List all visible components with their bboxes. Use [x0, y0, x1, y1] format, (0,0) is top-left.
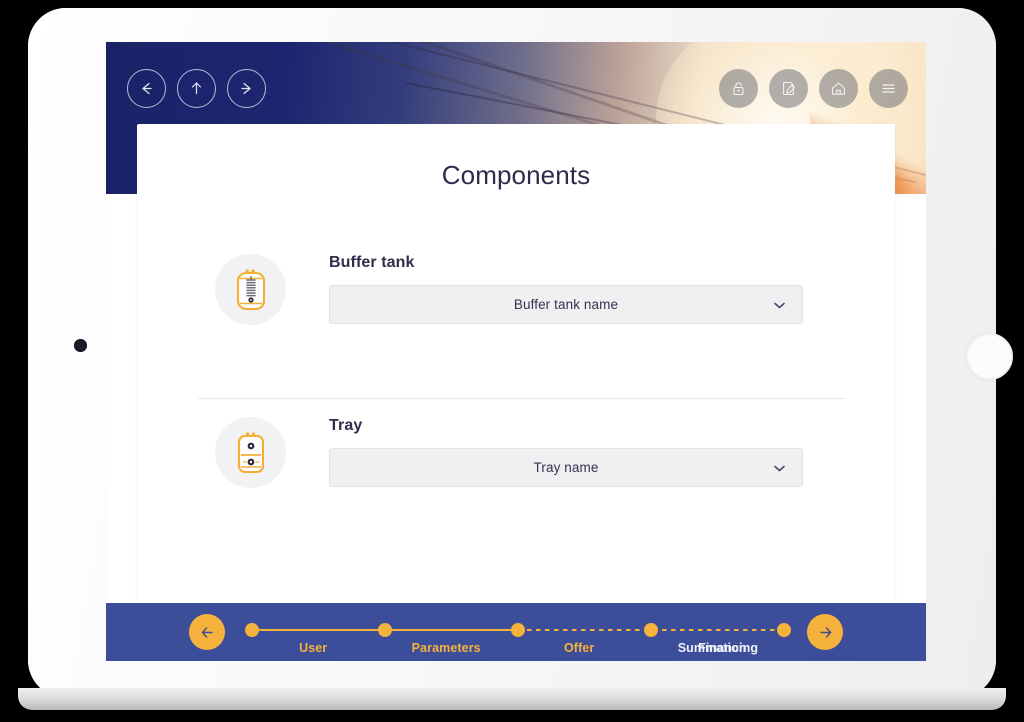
back-button[interactable]: [127, 69, 166, 108]
header-nav-button-group: [127, 69, 266, 108]
footer-previous-button[interactable]: [189, 614, 225, 650]
home-nav-button[interactable]: [819, 69, 858, 108]
page-title: Components: [441, 160, 591, 190]
tablet-device-frame: Components Buffer tank Buffer tank name …: [28, 8, 1013, 698]
tray-select-value: Tray name: [533, 460, 599, 475]
buffer-tank-select[interactable]: Buffer tank name: [329, 285, 803, 324]
menu-button[interactable]: [869, 69, 908, 108]
arrow-up-icon: [191, 82, 202, 95]
tray-label: Tray: [329, 417, 363, 434]
hardware-home-button[interactable]: [966, 333, 1013, 380]
footer-stepper-bar: User Parameters Offer Summation Financing: [106, 603, 926, 661]
hamburger-menu-icon: [882, 84, 895, 93]
step-node-summation[interactable]: [644, 623, 658, 637]
arrow-left-icon: [201, 626, 213, 638]
arrow-right-icon: [241, 82, 251, 95]
buffer-tank-icon-badge: [215, 254, 286, 325]
content-card: Components Buffer tank Buffer tank name …: [137, 124, 895, 604]
front-camera-icon: [74, 339, 87, 352]
step-node-financing[interactable]: [777, 623, 791, 637]
chevron-down-icon: [774, 296, 785, 314]
buffer-tank-field-group: Buffer tank Buffer tank name: [329, 254, 803, 324]
buffer-tank-label: Buffer tank: [329, 254, 415, 271]
home-icon: [832, 82, 845, 95]
forward-button[interactable]: [227, 69, 266, 108]
footer-next-button[interactable]: [807, 614, 843, 650]
tray-field-group: Tray Tray name: [329, 417, 803, 487]
tray-select[interactable]: Tray name: [329, 448, 803, 487]
edit-button[interactable]: [769, 69, 808, 108]
header-util-button-group: [719, 69, 908, 108]
edit-document-icon: [783, 81, 795, 96]
step-label-offer[interactable]: Offer: [564, 641, 594, 655]
buffer-tank-icon: [236, 269, 265, 310]
lock-button[interactable]: [719, 69, 758, 108]
section-divider: [198, 398, 846, 399]
step-label-user[interactable]: User: [299, 641, 327, 655]
chevron-down-icon: [774, 459, 785, 477]
step-node-parameters[interactable]: [378, 623, 392, 637]
stepper: User Parameters Offer Summation Financing: [243, 603, 793, 661]
padlock-icon: [733, 82, 744, 96]
step-label-parameters[interactable]: Parameters: [412, 641, 481, 655]
buffer-tank-select-value: Buffer tank name: [513, 297, 619, 312]
tablet-screen: Components Buffer tank Buffer tank name …: [106, 42, 926, 661]
up-button[interactable]: [177, 69, 216, 108]
tablet-base: [18, 688, 1006, 710]
step-node-offer[interactable]: [511, 623, 525, 637]
tray-icon: [237, 432, 264, 473]
arrow-left-icon: [142, 82, 152, 95]
tray-icon-badge: [215, 417, 286, 488]
step-node-user[interactable]: [245, 623, 259, 637]
step-label-financing[interactable]: Financing: [698, 641, 758, 655]
arrow-right-icon: [819, 626, 831, 638]
